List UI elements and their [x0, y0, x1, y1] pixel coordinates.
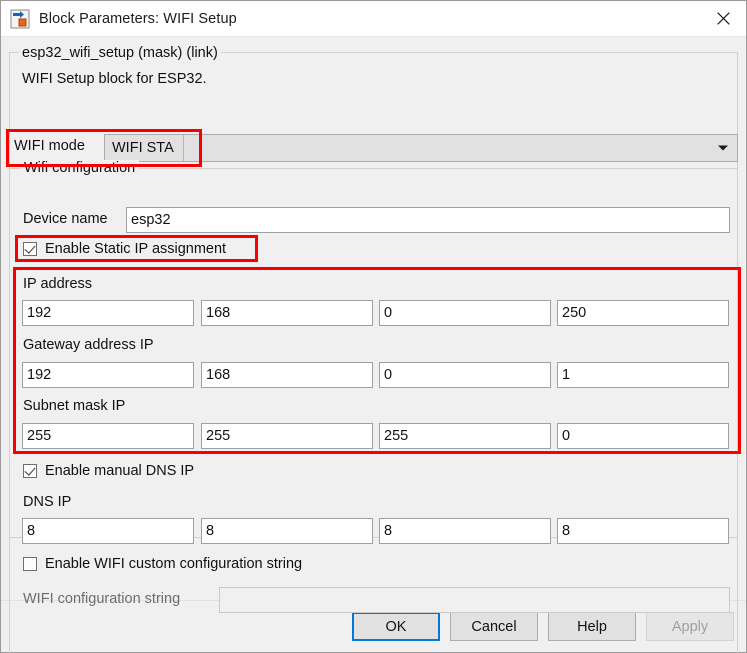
enable-manual-dns-label: Enable manual DNS IP — [45, 463, 195, 479]
device-name-input[interactable]: esp32 — [126, 207, 730, 233]
dns-octet-3[interactable]: 8 — [379, 518, 551, 544]
gateway-address-label: Gateway address IP — [23, 337, 154, 353]
block-description-text: WIFI Setup block for ESP32. — [22, 71, 207, 87]
dns-octet-4[interactable]: 8 — [557, 518, 729, 544]
dns-ip-label: DNS IP — [23, 494, 72, 510]
description-group: esp32_wifi_setup (mask) (link) WIFI Setu… — [9, 45, 738, 653]
cancel-button[interactable]: Cancel — [450, 612, 538, 641]
subnet-mask-label: Subnet mask IP — [23, 398, 126, 414]
subnet-octet-1[interactable]: 255 — [22, 423, 194, 449]
chevron-down-icon — [718, 145, 728, 151]
close-button[interactable] — [701, 1, 746, 36]
checkbox-box-checked-icon — [23, 464, 37, 478]
dns-octet-1[interactable]: 8 — [22, 518, 194, 544]
wifi-mode-dropdown[interactable]: WIFI STA — [104, 134, 738, 162]
ip-address-octet-1[interactable]: 192 — [22, 300, 194, 326]
close-icon — [717, 12, 730, 25]
title-bar: Block Parameters: WIFI Setup — [1, 1, 746, 37]
help-button[interactable]: Help — [548, 612, 636, 641]
wifi-mode-value: WIFI STA — [105, 135, 184, 161]
enable-static-ip-checkbox[interactable]: Enable Static IP assignment — [23, 241, 226, 257]
wifi-configuration-legend: Wifi configuration — [20, 160, 140, 176]
dns-octet-2[interactable]: 8 — [201, 518, 373, 544]
gateway-octet-1[interactable]: 192 — [22, 362, 194, 388]
simulink-block-icon — [10, 9, 30, 29]
checkbox-box-checked-icon — [23, 242, 37, 256]
device-name-label: Device name — [23, 211, 108, 227]
window-title: Block Parameters: WIFI Setup — [39, 10, 237, 27]
ip-address-label: IP address — [23, 276, 93, 292]
ip-address-octet-3[interactable]: 0 — [379, 300, 551, 326]
gateway-octet-3[interactable]: 0 — [379, 362, 551, 388]
subnet-octet-4[interactable]: 0 — [557, 423, 729, 449]
ok-button[interactable]: OK — [352, 612, 440, 641]
gateway-octet-4[interactable]: 1 — [557, 362, 729, 388]
subnet-octet-2[interactable]: 255 — [201, 423, 373, 449]
mask-type-label: esp32_wifi_setup (mask) (link) — [19, 45, 221, 61]
wifi-config-string-label: WIFI configuration string — [23, 591, 181, 607]
subnet-octet-3[interactable]: 255 — [379, 423, 551, 449]
ip-address-octet-4[interactable]: 250 — [557, 300, 729, 326]
checkbox-box-unchecked-icon — [23, 557, 37, 571]
wifi-mode-label: WIFI mode — [14, 138, 85, 154]
block-parameters-dialog: Block Parameters: WIFI Setup esp32_wifi_… — [0, 0, 747, 653]
enable-static-ip-label: Enable Static IP assignment — [45, 241, 227, 257]
enable-custom-config-label: Enable WIFI custom configuration string — [45, 556, 303, 572]
gateway-octet-2[interactable]: 168 — [201, 362, 373, 388]
wifi-config-string-input — [219, 587, 730, 613]
enable-manual-dns-checkbox[interactable]: Enable manual DNS IP — [23, 463, 194, 479]
apply-button: Apply — [646, 612, 734, 641]
enable-custom-config-checkbox[interactable]: Enable WIFI custom configuration string — [23, 556, 302, 572]
dialog-body: esp32_wifi_setup (mask) (link) WIFI Setu… — [1, 37, 746, 653]
ip-address-octet-2[interactable]: 168 — [201, 300, 373, 326]
